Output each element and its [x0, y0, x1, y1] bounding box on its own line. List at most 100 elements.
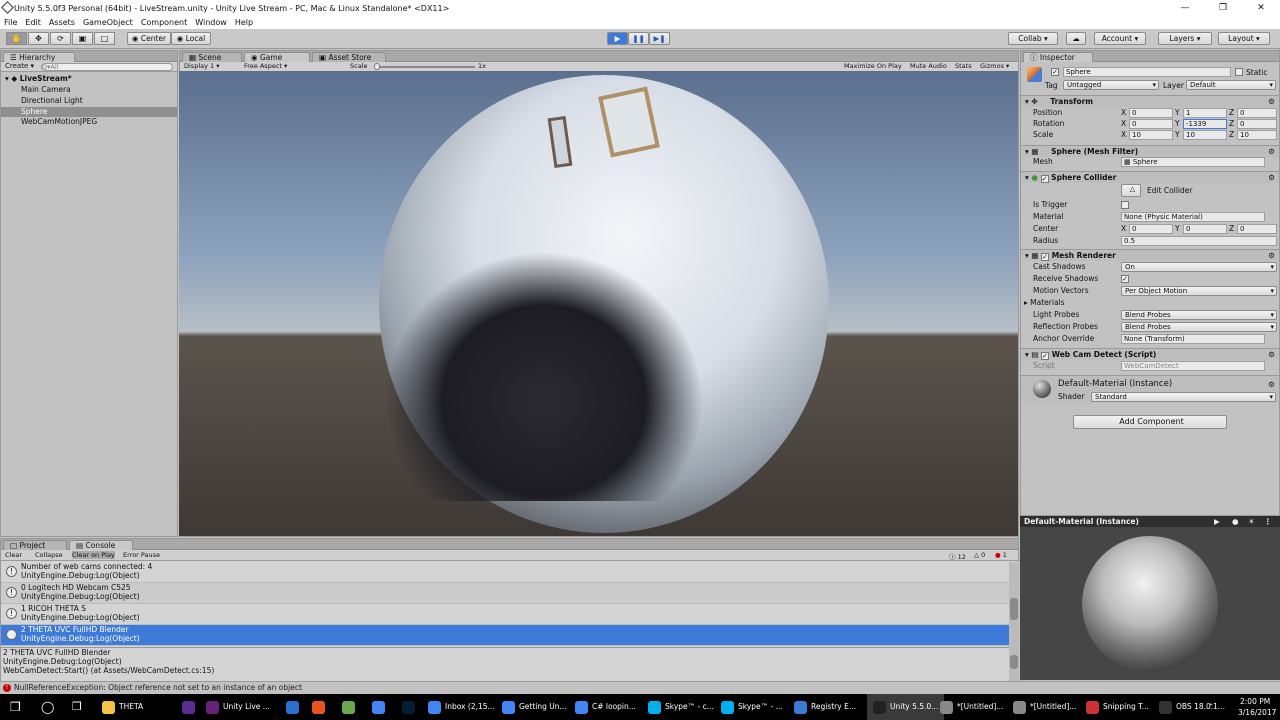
transform-header[interactable]: ▾ ✥ Transform ⚙ — [1021, 95, 1279, 107]
sphere-collider-header[interactable]: ▾ ● ✓ Sphere Collider ⚙ — [1021, 171, 1279, 183]
menu-edit[interactable]: Edit — [25, 18, 41, 27]
taskbar-app[interactable] — [372, 694, 389, 720]
create-dropdown[interactable]: Create ▾ — [5, 62, 34, 71]
taskbar-app[interactable]: Unity 5.5.0... — [867, 694, 945, 720]
taskbar-app[interactable]: THETA — [102, 694, 143, 720]
log-entry-selected[interactable]: ! 2 THETA UVC FullHD Blender UnityEngine.… — [1, 625, 1009, 646]
collider-enabled-checkbox[interactable]: ✓ — [1040, 175, 1049, 183]
display-dropdown[interactable]: Display 1 ▾ — [184, 62, 240, 71]
hand-tool-icon[interactable]: ✋ — [6, 32, 27, 45]
scale-tool-icon[interactable]: ▣ — [72, 32, 93, 45]
renderer-enabled-checkbox[interactable]: ✓ — [1041, 253, 1050, 261]
preview-settings-icon[interactable]: ⋮ — [1264, 516, 1272, 527]
scale-slider[interactable] — [375, 66, 475, 68]
warning-count-toggle[interactable]: △ 0 — [974, 551, 985, 559]
shader-dropdown[interactable]: Standard ▾ — [1091, 392, 1276, 402]
hierarchy-search-input[interactable] — [41, 63, 173, 71]
info-count-toggle[interactable]: ⓘ 12 — [949, 551, 966, 561]
component-menu-icon[interactable]: ⚙ — [1268, 172, 1275, 183]
taskbar-app[interactable] — [402, 694, 419, 720]
reflection-probes-dropdown[interactable]: Blend Probes ▾ — [1121, 322, 1277, 332]
tab-console[interactable]: ▤ Console — [69, 540, 133, 550]
menu-window[interactable]: Window — [195, 18, 227, 27]
taskbar-app[interactable]: Skype™ - ... — [721, 694, 783, 720]
scale-x[interactable]: 10 — [1129, 130, 1173, 140]
minimize-button[interactable]: — — [1166, 0, 1204, 16]
log-entry[interactable]: ! Number of web cams connected: 4 UnityEn… — [1, 562, 1009, 583]
cast-shadows-dropdown[interactable]: On ▾ — [1121, 262, 1277, 272]
hierarchy-item-main-camera[interactable]: Main Camera — [1, 85, 177, 95]
rotate-tool-icon[interactable]: ⟳ — [50, 32, 71, 45]
windows-start-icon[interactable]: ❒ — [10, 694, 21, 720]
tab-inspector[interactable]: ⓘ Inspector — [1023, 52, 1093, 62]
log-scrollbar[interactable] — [1009, 562, 1019, 647]
log-entry[interactable]: ! 0 Logitech HD Webcam C525 UnityEngine.D… — [1, 583, 1009, 604]
error-pause-button[interactable]: Error Pause — [123, 551, 160, 559]
menu-component[interactable]: Component — [141, 18, 187, 27]
hierarchy-item-webcam[interactable]: WebCamMotionJPEG — [1, 117, 177, 127]
taskbar-app[interactable]: Snipping T... — [1086, 694, 1149, 720]
position-z[interactable]: 0 — [1237, 108, 1277, 118]
tag-dropdown[interactable]: Untagged ▾ — [1063, 80, 1159, 90]
component-menu-icon[interactable]: ⚙ — [1268, 250, 1275, 261]
hierarchy-item-sphere[interactable]: Sphere — [1, 107, 177, 117]
script-enabled-checkbox[interactable]: ✓ — [1041, 352, 1050, 360]
scale-z[interactable]: 10 — [1237, 130, 1277, 140]
tab-project[interactable]: □ Project — [3, 540, 67, 550]
center-z[interactable]: 0 — [1237, 224, 1277, 234]
static-checkbox[interactable] — [1235, 68, 1243, 76]
taskbar-app[interactable] — [286, 694, 303, 720]
scale-slider-thumb[interactable] — [374, 63, 380, 70]
detail-scrollbar[interactable] — [1009, 647, 1019, 681]
material-header[interactable]: Default-Material (Instance) Shader Stand… — [1021, 375, 1279, 403]
stats-button[interactable]: Stats — [955, 62, 972, 71]
center-y[interactable]: 0 — [1183, 224, 1227, 234]
tab-hierarchy[interactable]: ☰ Hierarchy — [3, 52, 75, 62]
tray-chevron-icon[interactable]: ⌃ — [1208, 694, 1214, 720]
materials-foldout[interactable]: ▸ Materials — [1021, 297, 1279, 309]
status-bar[interactable]: ! NullReferenceException: Object referen… — [0, 681, 1280, 694]
menu-gameobject[interactable]: GameObject — [83, 18, 133, 27]
radius-field[interactable]: 0.5 — [1121, 236, 1277, 246]
account-dropdown[interactable]: Account ▾ — [1094, 32, 1146, 45]
taskbar-app[interactable]: *[Untitled]... — [1013, 694, 1076, 720]
gizmos-dropdown[interactable]: Gizmos ▾ — [980, 62, 1009, 71]
edit-collider-button[interactable]: △ — [1121, 184, 1141, 197]
log-entry[interactable]: ! 1 RICOH THETA S UnityEngine.Debug:Log(O… — [1, 604, 1009, 625]
light-probes-dropdown[interactable]: Blend Probes ▾ — [1121, 310, 1277, 320]
clock-date[interactable]: 3/16/2017 — [1238, 708, 1276, 717]
mesh-field[interactable]: ▦ Sphere — [1121, 157, 1265, 167]
taskbar-app[interactable]: Registry E... — [794, 694, 856, 720]
maximize-button[interactable]: ❐ — [1204, 0, 1242, 16]
mute-audio-button[interactable]: Mute Audio — [910, 62, 947, 71]
collab-button[interactable]: Collab ▾ — [1008, 32, 1058, 45]
is-trigger-checkbox[interactable] — [1121, 201, 1129, 209]
preview-play-icon[interactable]: ▶ — [1214, 516, 1220, 527]
game-viewport[interactable] — [179, 71, 1018, 536]
component-menu-icon[interactable]: ⚙ — [1268, 349, 1275, 360]
taskbar-app[interactable]: Inbox (2,15... — [428, 694, 495, 720]
rotation-y[interactable]: -1339 — [1183, 119, 1227, 129]
menu-file[interactable]: File — [4, 18, 17, 27]
component-menu-icon[interactable]: ⚙ — [1268, 96, 1275, 107]
pivot-center-button[interactable]: ◉ Center — [127, 32, 171, 45]
layers-dropdown[interactable]: Layers ▾ — [1158, 32, 1212, 45]
detail-scrollbar-thumb[interactable] — [1010, 655, 1018, 669]
preview-sphere-icon[interactable]: ● — [1232, 516, 1239, 527]
collapse-button[interactable]: Collapse — [35, 551, 63, 559]
taskbar-app[interactable]: Getting Un... — [502, 694, 567, 720]
error-count-toggle[interactable]: ● 1 — [995, 551, 1007, 559]
motion-vectors-dropdown[interactable]: Per Object Motion ▾ — [1121, 286, 1277, 296]
layer-dropdown[interactable]: Default ▾ — [1186, 80, 1276, 90]
tab-scene[interactable]: ▦ Scene — [182, 52, 242, 62]
close-button[interactable]: ✕ — [1242, 0, 1280, 16]
taskbar-app[interactable]: *[Untitled]... — [940, 694, 1003, 720]
scene-root[interactable]: ▾ ◆ LiveStream* — [1, 74, 177, 84]
clear-button[interactable]: Clear — [5, 551, 22, 559]
layout-dropdown[interactable]: Layout ▾ — [1218, 32, 1270, 45]
pause-button[interactable]: ❚❚ — [628, 32, 649, 45]
tab-game[interactable]: ◉ Game — [244, 52, 310, 62]
add-component-button[interactable]: Add Component — [1073, 415, 1227, 429]
preview-light-icon[interactable]: ☀ — [1248, 516, 1255, 527]
menu-help[interactable]: Help — [235, 18, 253, 27]
